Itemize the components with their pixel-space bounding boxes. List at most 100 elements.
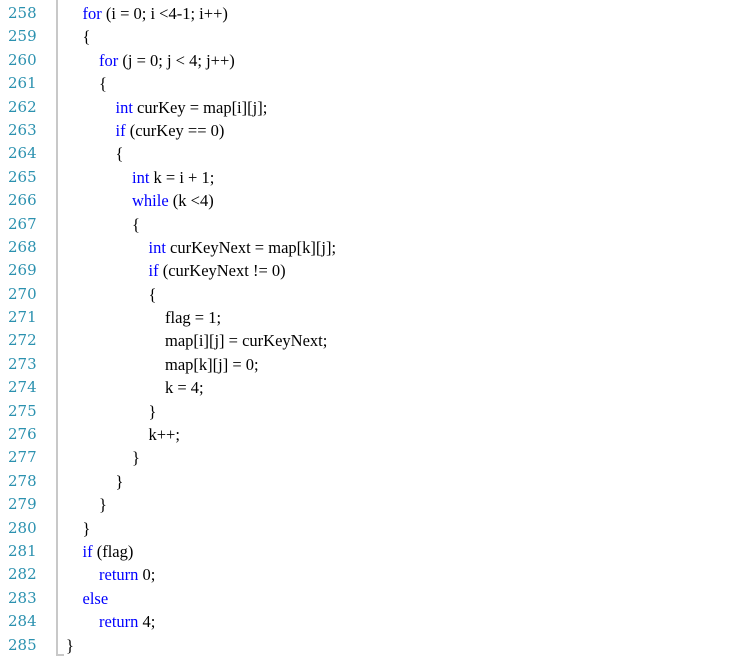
keyword-token: for bbox=[99, 50, 119, 70]
code-line[interactable]: else bbox=[66, 587, 336, 610]
line-number: 276 bbox=[8, 425, 37, 444]
fold-guide-end bbox=[56, 654, 64, 656]
code-token: flag = 1; bbox=[165, 308, 222, 328]
code-line[interactable]: return 4; bbox=[66, 610, 336, 633]
code-token: map[i][j] = curKeyNext; bbox=[165, 331, 328, 351]
code-token: k = 4; bbox=[165, 378, 204, 398]
code-token: { bbox=[148, 284, 157, 304]
code-line[interactable]: { bbox=[66, 213, 336, 236]
line-number: 264 bbox=[8, 144, 37, 163]
code-line[interactable]: } bbox=[66, 517, 336, 540]
code-line[interactable]: k++; bbox=[66, 423, 336, 446]
code-line[interactable]: { bbox=[66, 283, 336, 306]
code-editor[interactable]: 258 259 260 261 262 263 264 265 266 267 268 269 270 2… bbox=[0, 0, 750, 660]
code-token: { bbox=[99, 74, 107, 94]
code-line[interactable]: k = 4; bbox=[66, 376, 336, 399]
code-line[interactable]: { bbox=[66, 72, 336, 95]
code-line[interactable]: while (k <4) bbox=[66, 189, 336, 212]
keyword-token: return bbox=[99, 612, 139, 632]
line-number-gutter: 258 259 260 261 262 263 264 265 266 267 268 269 270 2… bbox=[0, 2, 48, 657]
code-token: (curKeyNext != 0) bbox=[158, 261, 286, 281]
code-token: (i = 0; i <4-1; i++) bbox=[101, 4, 228, 23]
code-token: } bbox=[66, 635, 74, 655]
code-line[interactable]: } bbox=[66, 493, 336, 516]
code-line[interactable]: int k = i + 1; bbox=[66, 166, 336, 189]
line-number: 281 bbox=[8, 541, 37, 560]
keyword-token: if bbox=[115, 120, 126, 140]
code-token: { bbox=[115, 144, 124, 164]
code-token: k = i + 1; bbox=[149, 167, 215, 187]
code-line[interactable]: { bbox=[66, 142, 336, 165]
line-number: 259 bbox=[8, 27, 37, 46]
line-number: 260 bbox=[8, 50, 37, 69]
line-number: 280 bbox=[8, 518, 37, 537]
code-token: (j = 0; j < 4; j++) bbox=[118, 50, 235, 70]
line-number: 261 bbox=[8, 74, 37, 93]
code-line[interactable]: return 0; bbox=[66, 563, 336, 586]
code-line[interactable]: for (j = 0; j < 4; j++) bbox=[66, 49, 336, 72]
code-line[interactable]: if (curKeyNext != 0) bbox=[66, 259, 336, 282]
line-number: 282 bbox=[8, 565, 37, 584]
fold-guide bbox=[56, 0, 58, 656]
code-token: k++; bbox=[148, 425, 180, 445]
code-token: 4; bbox=[138, 612, 156, 632]
code-line[interactable]: if (flag) bbox=[66, 540, 336, 563]
code-token: } bbox=[148, 401, 157, 421]
code-line[interactable]: } bbox=[66, 446, 336, 469]
code-line[interactable]: } bbox=[66, 634, 336, 657]
code-line[interactable]: flag = 1; bbox=[66, 306, 336, 329]
line-number: 270 bbox=[8, 284, 37, 303]
code-line[interactable]: int curKeyNext = map[k][j]; bbox=[66, 236, 337, 259]
keyword-token: if bbox=[82, 541, 93, 561]
line-number: 272 bbox=[8, 331, 37, 350]
line-number: 274 bbox=[8, 378, 37, 397]
code-line[interactable]: if (curKey == 0) bbox=[66, 119, 336, 142]
keyword-token: while bbox=[132, 191, 169, 211]
keyword-token: else bbox=[82, 588, 109, 608]
code-line[interactable]: } bbox=[66, 400, 336, 423]
code-line[interactable]: int curKey = map[i][j]; bbox=[66, 96, 336, 119]
line-number: 262 bbox=[8, 97, 37, 116]
keyword-token: return bbox=[99, 565, 139, 585]
code-line[interactable]: } bbox=[66, 470, 336, 493]
line-number: 269 bbox=[8, 261, 37, 280]
code-line[interactable]: map[i][j] = curKeyNext; bbox=[66, 329, 336, 352]
code-token: { bbox=[132, 214, 140, 234]
code-token: (flag) bbox=[92, 541, 134, 561]
code-token: (k <4) bbox=[168, 191, 214, 211]
code-token: } bbox=[115, 471, 124, 491]
line-number: 266 bbox=[8, 191, 37, 210]
line-number: 265 bbox=[8, 167, 37, 186]
line-number: 258 bbox=[8, 4, 37, 22]
code-area[interactable]: for (i = 0; i <4-1; i++) { for (j = 0; j… bbox=[66, 2, 336, 657]
line-number: 273 bbox=[8, 354, 37, 373]
line-number: 283 bbox=[8, 588, 37, 607]
line-number: 271 bbox=[8, 308, 37, 327]
code-token: { bbox=[82, 27, 91, 47]
code-line[interactable]: { bbox=[66, 25, 336, 48]
code-line[interactable]: for (i = 0; i <4-1; i++) bbox=[66, 2, 336, 25]
line-number: 277 bbox=[8, 448, 37, 467]
line-number: 267 bbox=[8, 214, 37, 233]
code-line[interactable]: map[k][j] = 0; bbox=[66, 353, 336, 376]
keyword-token: int bbox=[148, 237, 166, 257]
line-number: 275 bbox=[8, 401, 37, 420]
code-token: } bbox=[99, 495, 107, 515]
